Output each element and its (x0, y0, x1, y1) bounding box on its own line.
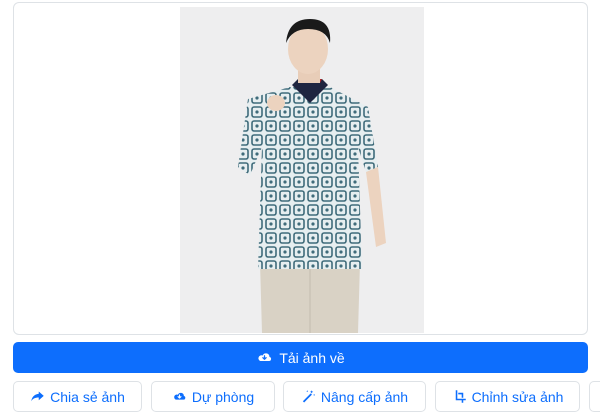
share-icon (31, 391, 44, 402)
backup-label: Dự phòng (191, 388, 255, 405)
upscale-image-button[interactable]: Nâng cấp ảnh (283, 381, 426, 412)
download-image-button[interactable]: Tải ảnh về (13, 342, 588, 373)
backup-button[interactable]: Dự phòng (151, 381, 275, 412)
more-button[interactable] (589, 381, 600, 412)
image-card (13, 2, 588, 335)
magic-wand-icon (302, 390, 315, 403)
share-image-button[interactable]: Chia sẻ ảnh (13, 381, 142, 412)
cloud-download-icon (173, 392, 186, 400)
cloud-download-icon (258, 353, 272, 362)
share-label: Chia sẻ ảnh (50, 388, 125, 405)
crop-icon (455, 390, 466, 403)
upscale-label: Nâng cấp ảnh (320, 388, 409, 405)
download-label: Tải ảnh về (279, 349, 345, 366)
product-photo (180, 7, 424, 333)
edit-image-button[interactable]: Chỉnh sửa ảnh (435, 381, 580, 412)
action-bar: Chia sẻ ảnh Dự phòng Nâng cấp ảnh Chỉnh … (0, 381, 600, 413)
edit-label: Chỉnh sửa ảnh (471, 388, 564, 405)
